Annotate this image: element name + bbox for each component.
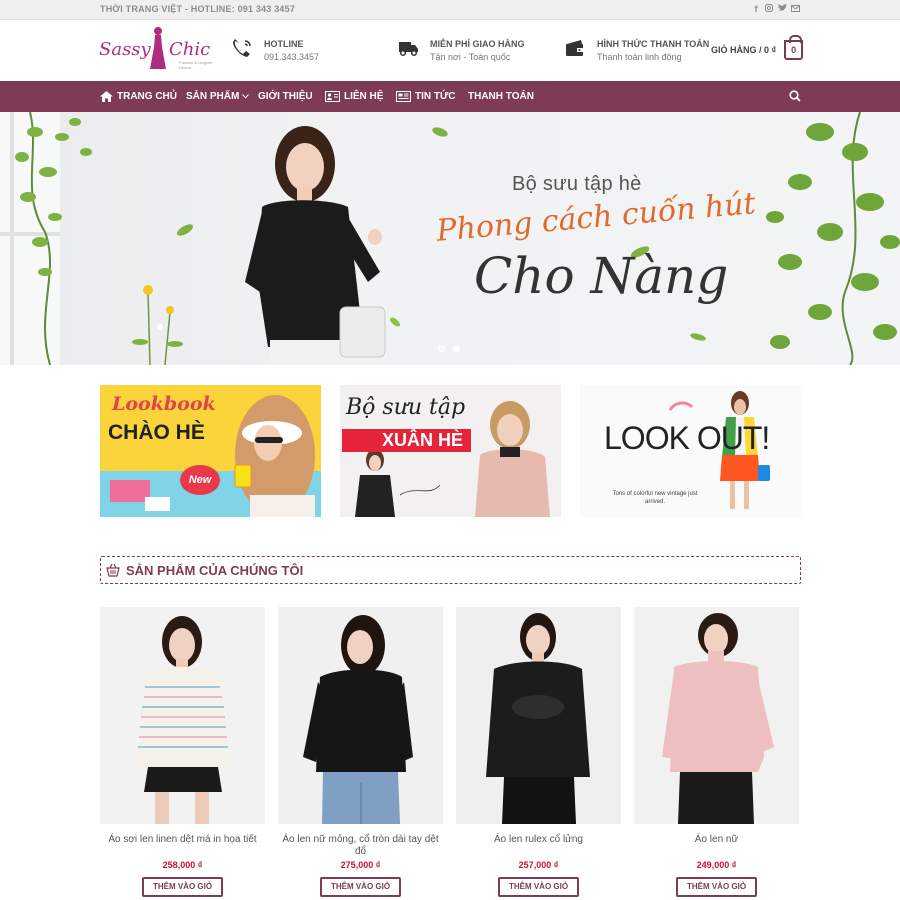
nav-label-products: SẢN PHẨM — [186, 91, 240, 102]
logo-text-main: Sassy — [99, 39, 151, 60]
hotline-title: HOTLINE — [264, 39, 304, 49]
nav-item-contact[interactable]: LIÊN HỆ — [325, 81, 383, 112]
hero-line-1: Bộ sưu tập hè — [512, 173, 642, 195]
nav-label-news: TIN TỨC — [415, 91, 456, 102]
search-icon[interactable] — [789, 90, 801, 102]
payment-sub: Thanh toán linh động — [597, 52, 682, 62]
cart-widget[interactable]: GIỎ HÀNG / 0 ₫ 0 — [711, 35, 804, 60]
product-photo-3 — [456, 607, 621, 824]
promo-spring-title: Bộ sưu tập — [346, 395, 466, 420]
top-bar: THỜI TRANG VIỆT - HOTLINE: 091 343 3457 … — [0, 0, 900, 20]
site-header: Sassy Chic Fashion & Lingerie Deluxe HOT… — [0, 20, 900, 81]
product-photo-1 — [100, 607, 265, 824]
social-links: f — [752, 4, 800, 14]
logo-figure-icon — [150, 27, 166, 69]
shipping-sub: Tận nơi - Toàn quốc — [430, 52, 511, 62]
main-nav: TRANG CHỦ SẢN PHẨM GIỚI THIỆU LIÊN HỆ TI… — [0, 81, 900, 112]
product-name[interactable]: Áo len nữ mỏng, cổ tròn dài tay dệt đổ — [278, 834, 443, 858]
add-to-cart-button[interactable]: THÊM VÀO GIỎ — [142, 877, 223, 897]
product-photo-4 — [634, 607, 799, 824]
chevron-down-icon — [242, 94, 250, 99]
section-products-header: SẢN PHẨM CỦA CHÚNG TÔI — [100, 556, 801, 584]
shipping-info: MIỄN PHÍ GIAO HÀNG Tận nơi - Toàn quốc — [398, 38, 525, 64]
add-to-cart-button[interactable]: THÊM VÀO GIỎ — [320, 877, 401, 897]
product-name[interactable]: Áo len rulex cổ lửng — [456, 834, 621, 846]
nav-label-about: GIỚI THIỆU — [258, 91, 313, 102]
product-price: 275,000 ₫ — [340, 860, 381, 870]
promo-lookout-sub: Tons of colorful new vintage just arrive… — [612, 491, 698, 505]
nav-item-about[interactable]: GIỚI THIỆU — [258, 81, 313, 112]
product-image[interactable] — [456, 607, 621, 824]
cart-count-badge[interactable]: 0 — [784, 35, 804, 60]
product-image[interactable] — [278, 607, 443, 824]
promo-lookbook[interactable]: Lookbook CHÀO HÈ New — [100, 385, 321, 517]
home-icon — [100, 91, 113, 102]
site-logo[interactable]: Sassy Chic Fashion & Lingerie Deluxe — [99, 23, 223, 75]
product-image[interactable] — [100, 607, 265, 824]
product-name[interactable]: Áo sợi len linen dệt má in họa tiết — [100, 834, 265, 846]
slider-dot-1[interactable] — [438, 345, 445, 352]
nav-item-home[interactable]: TRANG CHỦ — [100, 81, 177, 112]
nav-item-payment[interactable]: THANH TOÁN — [468, 81, 534, 112]
truck-icon — [399, 42, 418, 57]
topbar-text: THỜI TRANG VIỆT - HOTLINE: 091 343 3457 — [100, 4, 296, 14]
twitter-icon[interactable] — [778, 4, 787, 14]
promo-new-badge: New — [180, 465, 220, 495]
hero-line-3: Cho Nàng — [474, 247, 729, 305]
hotline-number[interactable]: 091.343.3457 — [264, 50, 319, 64]
contact-card-icon — [325, 91, 340, 102]
promo-spring-sub: XUÂN HÈ — [342, 429, 472, 452]
phone-icon — [233, 39, 251, 57]
newspaper-icon — [396, 91, 411, 102]
nav-label-payment: THANH TOÁN — [468, 91, 534, 102]
promo-spring-summer[interactable]: Bộ sưu tập XUÂN HÈ — [340, 385, 561, 517]
product-name[interactable]: Áo len nữ — [634, 834, 799, 846]
hotline-info: HOTLINE 091.343.3457 — [232, 38, 319, 64]
mail-icon[interactable] — [791, 4, 800, 14]
add-to-cart-button[interactable]: THÊM VÀO GIỎ — [498, 877, 579, 897]
nav-label-home: TRANG CHỦ — [117, 91, 177, 102]
product-image[interactable] — [634, 607, 799, 824]
payment-icon — [566, 40, 584, 56]
facebook-icon[interactable]: f — [752, 4, 760, 14]
product-photo-2 — [278, 607, 443, 824]
nav-item-products[interactable]: SẢN PHẨM — [186, 81, 250, 112]
basket-icon — [106, 563, 120, 577]
nav-item-news[interactable]: TIN TỨC — [396, 81, 456, 112]
cart-label[interactable]: GIỎ HÀNG / 0 ₫ — [711, 45, 776, 55]
product-price: 258,000 ₫ — [162, 860, 203, 870]
add-to-cart-button[interactable]: THÊM VÀO GIỎ — [676, 877, 757, 897]
hero-slider[interactable]: Bộ sưu tập hè Phong cách cuốn hút Cho Nà… — [0, 112, 900, 365]
section-title: SẢN PHẨM CỦA CHÚNG TÔI — [126, 563, 304, 578]
payment-title: HÌNH THỨC THANH TOÁN — [597, 39, 710, 49]
nav-label-contact: LIÊN HỆ — [344, 91, 384, 102]
promo-lookbook-title: Lookbook — [112, 393, 216, 415]
slider-dots — [438, 345, 460, 352]
instagram-icon[interactable] — [765, 4, 773, 14]
promo-lookout-title: LOOK OUT! — [604, 420, 770, 456]
logo-text-second: Chic — [169, 39, 211, 60]
slider-dot-2[interactable] — [453, 345, 460, 352]
product-price: 249,000 ₫ — [696, 860, 737, 870]
promo-lookbook-sub: CHÀO HÈ — [108, 421, 205, 444]
payment-info: HÌNH THỨC THANH TOÁN Thanh toán linh độn… — [565, 38, 709, 64]
logo-tagline: Fashion & Lingerie Deluxe — [179, 60, 213, 70]
product-price: 257,000 ₫ — [518, 860, 559, 870]
promo-look-out[interactable]: LOOK OUT! Tons of colorful new vintage j… — [580, 385, 801, 517]
shipping-title: MIỄN PHÍ GIAO HÀNG — [430, 39, 525, 49]
